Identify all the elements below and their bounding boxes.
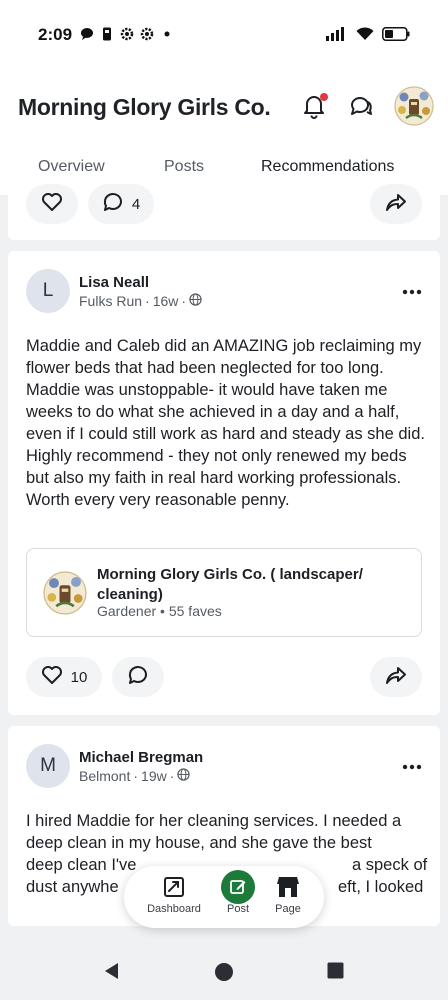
page-title: Morning Glory Girls Co.: [18, 94, 271, 120]
storefront-icon: [256, 872, 320, 902]
share-button[interactable]: [370, 184, 422, 224]
dashboard-icon: [142, 872, 206, 902]
status-time: 2:09: [38, 25, 73, 44]
nav-page-label: Page: [275, 903, 301, 915]
author-name[interactable]: Lisa Neall: [79, 274, 149, 291]
author-meta: Fulks Run · 16w ·: [79, 293, 202, 309]
post-age: 19w: [141, 768, 167, 784]
more-options-button[interactable]: [402, 754, 422, 775]
tab-overview[interactable]: Overview: [38, 158, 105, 176]
heart-icon: [41, 192, 63, 216]
messages-button[interactable]: [345, 92, 377, 124]
heart-icon: [41, 665, 63, 689]
status-bar: 2:09: [0, 0, 448, 70]
comment-button[interactable]: [112, 657, 164, 697]
chat-icon: [348, 93, 374, 124]
tab-recommendations[interactable]: Recommendations: [261, 158, 394, 176]
signal-icon: [326, 27, 348, 46]
meta-separator: ·: [133, 768, 139, 784]
share-button[interactable]: [370, 657, 422, 697]
nav-dashboard[interactable]: Dashboard: [142, 872, 206, 915]
author-location: Fulks Run: [79, 293, 143, 309]
meta-separator: ·: [169, 768, 175, 784]
author-name[interactable]: Michael Bregman: [79, 749, 203, 766]
nav-dashboard-label: Dashboard: [147, 903, 201, 915]
comment-icon: [127, 664, 149, 690]
author-avatar[interactable]: M: [26, 744, 70, 788]
compose-icon: [221, 870, 255, 904]
battery-icon: [382, 27, 410, 46]
post-body-fragment: a speck of: [352, 856, 428, 874]
meta-separator: •: [160, 603, 169, 619]
app-header: Morning Glory Girls Co.: [0, 70, 448, 150]
wifi-icon: [356, 27, 374, 46]
chat-bubble-icon: [80, 27, 94, 41]
business-meta: Gardener • 55 faves: [97, 603, 222, 619]
phone-device-icon: [100, 27, 114, 41]
status-notification-icons: [80, 27, 174, 41]
post-body-fragment: eft, I looked: [338, 878, 424, 896]
comment-button[interactable]: 4: [88, 184, 154, 224]
author-meta: Belmont · 19w ·: [79, 768, 191, 784]
comment-icon: [102, 191, 124, 217]
post-body-line: I hired Maddie for her cleaning services…: [26, 812, 402, 830]
share-icon: [385, 665, 407, 689]
post-body-fragment: dust anywhe: [26, 878, 119, 896]
business-name: Morning Glory Girls Co. ( landscaper/ cl…: [97, 566, 363, 603]
home-button[interactable]: [214, 962, 234, 987]
globe-icon: [189, 293, 202, 309]
recents-button[interactable]: [327, 962, 344, 984]
like-button[interactable]: 10: [26, 657, 102, 697]
share-icon: [385, 192, 407, 216]
floating-bottom-nav: Dashboard Post Page: [124, 866, 324, 928]
meta-separator: ·: [145, 293, 150, 309]
gear-icon: [120, 27, 134, 41]
business-faves: 55 faves: [168, 603, 222, 619]
notifications-button[interactable]: [298, 92, 330, 124]
tab-posts[interactable]: Posts: [164, 158, 204, 176]
business-logo: [43, 571, 87, 615]
like-button[interactable]: [26, 184, 78, 224]
back-button[interactable]: [103, 962, 121, 985]
globe-icon: [177, 768, 191, 784]
nav-page[interactable]: Page: [256, 872, 320, 915]
business-category: Gardener: [97, 603, 157, 619]
more-options-button[interactable]: [402, 279, 422, 300]
post-age: 16w: [152, 293, 179, 309]
post-body-line: deep clean in my house, and she gave the…: [26, 834, 372, 852]
system-navigation-bar: [0, 940, 448, 1000]
comment-count: 4: [131, 195, 141, 213]
meta-separator: ·: [181, 293, 187, 309]
profile-avatar[interactable]: [394, 86, 434, 126]
post-body-fragment: deep clean I've: [26, 856, 137, 874]
author-location: Belmont: [79, 768, 131, 784]
author-avatar[interactable]: L: [26, 269, 70, 313]
post-body: Maddie and Caleb did an AMAZING job recl…: [26, 337, 425, 509]
gear-icon: [140, 27, 154, 41]
recommendation-card: L Lisa Neall Fulks Run · 16w · Maddie an…: [8, 251, 440, 715]
dot-icon: [160, 27, 174, 41]
status-system-icons: [326, 27, 410, 46]
business-card[interactable]: Morning Glory Girls Co. ( landscaper/ cl…: [26, 548, 422, 637]
previous-post-card: 4: [8, 184, 440, 240]
like-count: 10: [70, 668, 88, 686]
notification-dot: [320, 93, 328, 101]
